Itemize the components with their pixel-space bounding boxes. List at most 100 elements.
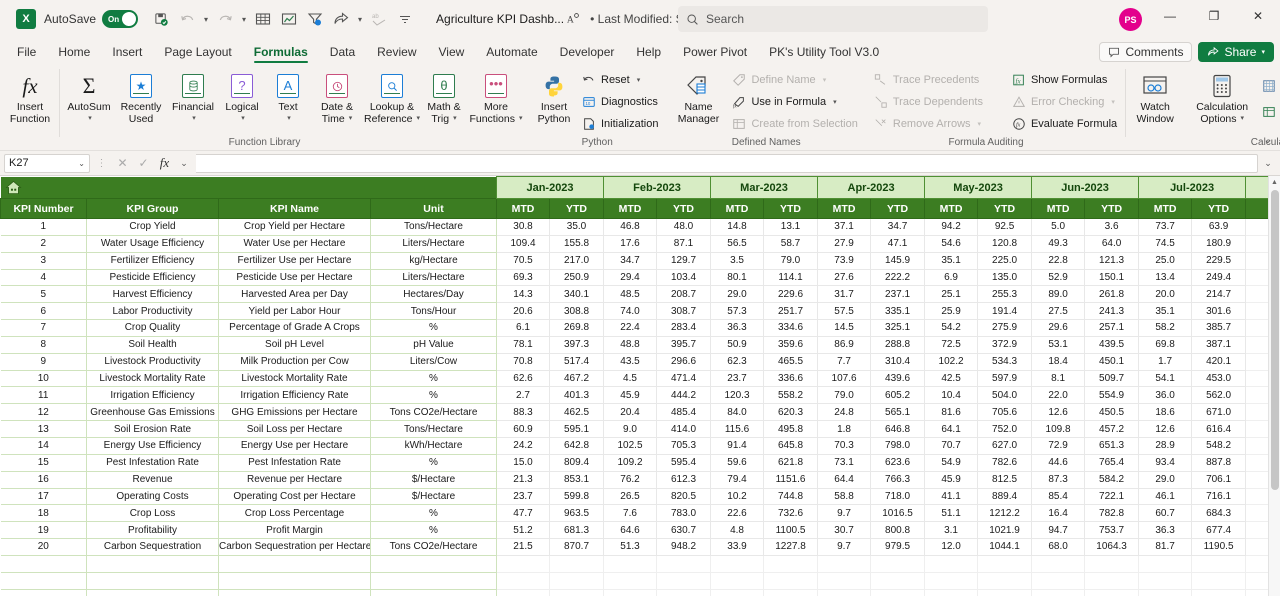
cell-ytd[interactable]: 645.8 xyxy=(763,437,819,455)
cell-mtd[interactable]: 12.6 xyxy=(1031,403,1086,422)
cell-empty[interactable] xyxy=(86,572,219,590)
cell-kpi-group[interactable]: Pesticide Efficiency xyxy=(86,269,219,287)
cell-kpi-name[interactable]: Pesticide Use per Hectare xyxy=(218,269,371,287)
cell-ytd[interactable]: 296.6 xyxy=(656,353,712,371)
cell-mtd[interactable]: 7.7 xyxy=(817,353,872,371)
chart-icon[interactable] xyxy=(276,6,302,32)
cell-mtd[interactable]: 60.7 xyxy=(1138,504,1193,523)
cell-empty[interactable] xyxy=(870,572,926,590)
cell-mtd[interactable]: 5.0 xyxy=(1031,218,1086,236)
watch-window-button[interactable]: Watch Window xyxy=(1129,68,1181,125)
cell-kpi-number[interactable]: 4 xyxy=(0,269,87,287)
cell-mtd[interactable]: 50.9 xyxy=(710,336,765,354)
cell-unit[interactable]: Liters/Cow xyxy=(370,353,497,371)
cell-ytd[interactable]: 87.1 xyxy=(656,235,712,253)
cell-ytd[interactable]: 979.5 xyxy=(870,538,926,556)
cell-mtd[interactable]: 33.9 xyxy=(710,538,765,556)
cell-ytd[interactable]: 1212.2 xyxy=(977,504,1033,523)
cell-empty[interactable] xyxy=(977,555,1033,573)
cell-empty[interactable] xyxy=(1138,589,1193,596)
cell-mtd[interactable]: 68.0 xyxy=(1031,538,1086,556)
table-row-empty[interactable] xyxy=(0,589,1280,596)
use-in-formula-button[interactable]: fx Use in Formula ▾ xyxy=(727,92,862,112)
cell-kpi-group[interactable]: Revenue xyxy=(86,471,219,489)
cell-empty[interactable] xyxy=(370,589,497,596)
cell-ytd[interactable]: 359.6 xyxy=(763,336,819,354)
trace-dependents-button[interactable]: Trace Dependents xyxy=(869,92,1007,112)
cell-kpi-number[interactable]: 7 xyxy=(0,319,87,337)
undo-icon[interactable] xyxy=(174,6,200,32)
math-trig-button[interactable]: θ Math & Trig ▾ xyxy=(421,68,467,125)
table-row[interactable]: 3 Fertilizer Efficiency Fertilizer Use per… xyxy=(0,252,1280,270)
cell-mtd[interactable]: 8.1 xyxy=(1031,370,1086,388)
cell-mtd[interactable]: 37.1 xyxy=(817,218,872,236)
save-icon[interactable] xyxy=(148,6,174,32)
cell-unit[interactable]: Tons/Hour xyxy=(370,302,497,321)
cell-mtd[interactable]: 35.1 xyxy=(924,252,979,270)
cell-kpi-group[interactable]: Irrigation Efficiency xyxy=(86,386,219,405)
cell-kpi-number[interactable]: 14 xyxy=(0,437,87,455)
cell-ytd[interactable]: 565.1 xyxy=(870,403,926,422)
cell-mtd[interactable]: 3.5 xyxy=(710,252,765,270)
python-diagnostics-button[interactable]: 10 Diagnostics xyxy=(577,92,663,112)
cell-ytd[interactable]: 651.3 xyxy=(1084,437,1140,455)
cell-mtd[interactable]: 21.3 xyxy=(496,471,550,489)
cell-kpi-group[interactable]: Water Usage Efficiency xyxy=(86,235,219,253)
cell-empty[interactable] xyxy=(763,572,819,590)
cell-mtd[interactable]: 22.4 xyxy=(603,319,657,337)
cell-ytd[interactable]: 34.7 xyxy=(870,218,926,236)
cell-kpi-number[interactable]: 5 xyxy=(0,285,87,304)
cell-ytd[interactable]: 870.7 xyxy=(549,538,604,556)
cell-mtd[interactable]: 85.4 xyxy=(1031,488,1086,506)
cell-empty[interactable] xyxy=(977,589,1033,596)
date-time-chevron-down-icon[interactable]: ▾ xyxy=(349,113,353,125)
cell-kpi-name[interactable]: GHG Emissions per Hectare xyxy=(218,403,371,422)
cell-mtd[interactable]: 56.5 xyxy=(710,235,765,253)
cell-mtd[interactable]: 57.5 xyxy=(817,302,872,321)
table-row-empty[interactable] xyxy=(0,572,1280,590)
cell-mtd[interactable]: 53.1 xyxy=(1031,336,1086,354)
cell-mtd[interactable]: 26.5 xyxy=(603,488,657,506)
cell-mtd[interactable]: 79.0 xyxy=(817,386,872,405)
cell-unit[interactable]: % xyxy=(370,504,497,523)
cell-mtd[interactable]: 62.6 xyxy=(496,370,550,388)
cell-mtd[interactable]: 18.4 xyxy=(1031,353,1086,371)
cell-ytd[interactable]: 630.7 xyxy=(656,521,712,540)
cell-ytd[interactable]: 595.4 xyxy=(656,454,712,472)
cell-ytd[interactable]: 809.4 xyxy=(549,454,604,472)
cell-mtd[interactable]: 14.3 xyxy=(496,285,550,304)
cell-mtd[interactable]: 25.0 xyxy=(1138,252,1193,270)
cell-mtd[interactable]: 30.7 xyxy=(817,521,872,540)
cell-mtd[interactable]: 59.6 xyxy=(710,454,765,472)
close-button[interactable]: ✕ xyxy=(1236,0,1280,32)
cell-kpi-name[interactable]: Percentage of Grade A Crops xyxy=(218,319,371,337)
cell-empty[interactable] xyxy=(86,555,219,573)
cell-kpi-number[interactable]: 13 xyxy=(0,420,87,438)
cell-mtd[interactable]: 7.6 xyxy=(603,504,657,523)
table-row[interactable]: 15 Pest Infestation Rate Pest Infestation … xyxy=(0,454,1280,472)
cell-mtd[interactable]: 36.3 xyxy=(710,319,765,337)
cell-empty[interactable] xyxy=(496,555,550,573)
cell-ytd[interactable]: 387.1 xyxy=(1191,336,1247,354)
cell-kpi-group[interactable]: Soil Health xyxy=(86,336,219,354)
cell-mtd[interactable]: 21.5 xyxy=(496,538,550,556)
cell-mtd[interactable]: 31.7 xyxy=(817,285,872,304)
cell-mtd[interactable]: 10.2 xyxy=(710,488,765,506)
cell-kpi-group[interactable]: Fertilizer Efficiency xyxy=(86,252,219,270)
cell-mtd[interactable]: 44.6 xyxy=(1031,454,1086,472)
cell-ytd[interactable]: 485.4 xyxy=(656,403,712,422)
formula-input[interactable] xyxy=(196,153,1258,173)
cell-mtd[interactable]: 51.1 xyxy=(924,504,979,523)
cell-ytd[interactable]: 308.8 xyxy=(549,302,604,321)
cell-mtd[interactable]: 88.3 xyxy=(496,403,550,422)
cell-ytd[interactable]: 753.7 xyxy=(1084,521,1140,540)
cell-ytd[interactable]: 1100.5 xyxy=(763,521,819,540)
cell-mtd[interactable]: 74.0 xyxy=(603,302,657,321)
home-tab-cell[interactable] xyxy=(0,176,497,199)
cell-ytd[interactable]: 612.3 xyxy=(656,471,712,489)
cell-kpi-number[interactable]: 6 xyxy=(0,302,87,321)
cell-kpi-group[interactable]: Crop Loss xyxy=(86,504,219,523)
calculation-options-chevron-down-icon[interactable]: ▾ xyxy=(1241,113,1245,125)
scroll-up-icon[interactable]: ▲ xyxy=(1269,176,1280,188)
cell-kpi-group[interactable]: Harvest Efficiency xyxy=(86,285,219,304)
